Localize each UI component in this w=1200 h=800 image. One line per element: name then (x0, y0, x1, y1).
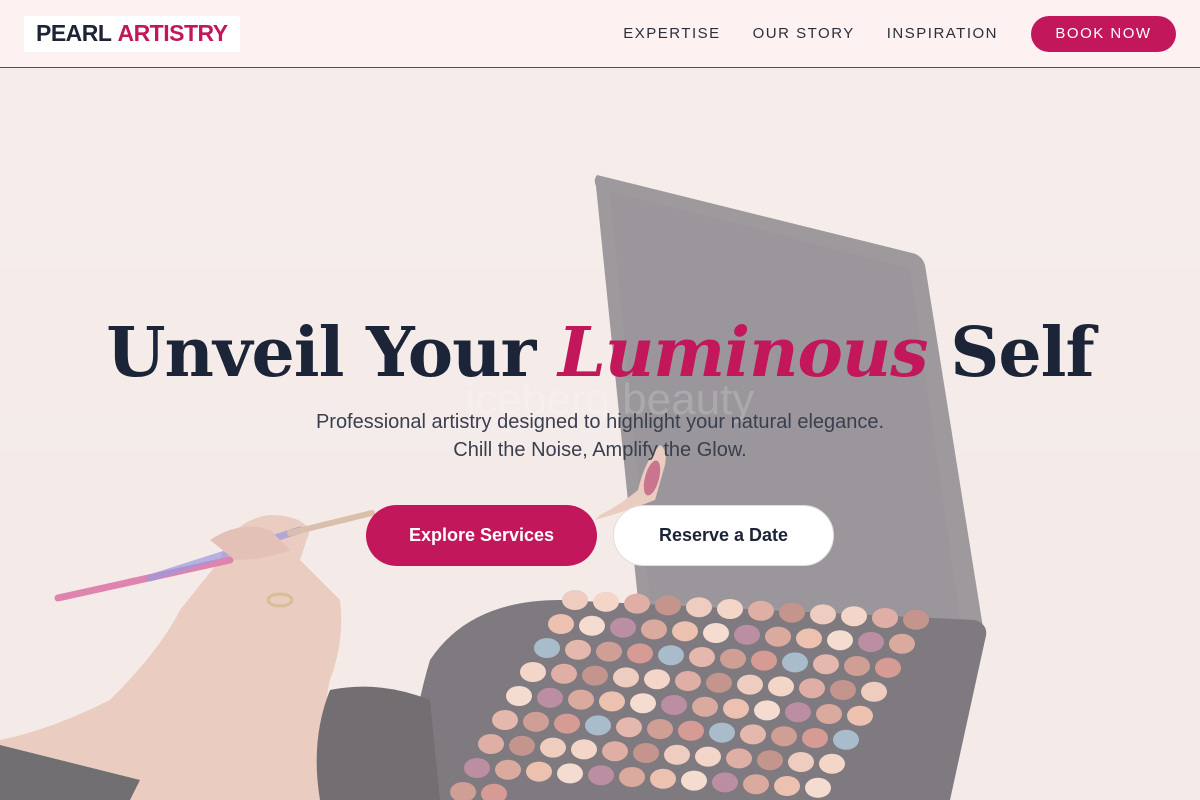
book-now-button[interactable]: BOOK NOW (1031, 15, 1176, 52)
reserve-date-button[interactable]: Reserve a Date (613, 505, 834, 566)
main-nav: EXPERTISE OUR STORY INSPIRATION BOOK NOW (591, 15, 1176, 52)
headline-part2: Self (950, 313, 1094, 393)
explore-services-button[interactable]: Explore Services (366, 505, 597, 566)
hero-subtext: Professional artistry designed to highli… (0, 408, 1200, 464)
site-header: PEARL ARTISTRY EXPERTISE OUR STORY INSPI… (0, 0, 1200, 68)
nav-link-our-story[interactable]: OUR STORY (753, 25, 855, 42)
nav-link-inspiration[interactable]: INSPIRATION (887, 25, 998, 42)
brand-name-part1: PEARL (36, 20, 112, 46)
headline-part1: Unveil Your (106, 313, 536, 393)
subtext-line2: Chill the Noise, Amplify the Glow. (453, 439, 747, 461)
hero-headline: Unveil Your Luminous Self (0, 305, 1200, 401)
brand-name-part2: ARTISTRY (117, 20, 228, 46)
subtext-line1: Professional artistry designed to highli… (315, 411, 885, 433)
brand-logo[interactable]: PEARL ARTISTRY (24, 15, 240, 52)
hero-content: iceberg beauty Unveil Your Luminous Self… (0, 0, 1200, 800)
headline-accent: Luminous (558, 313, 929, 393)
nav-link-expertise[interactable]: EXPERTISE (623, 25, 720, 42)
